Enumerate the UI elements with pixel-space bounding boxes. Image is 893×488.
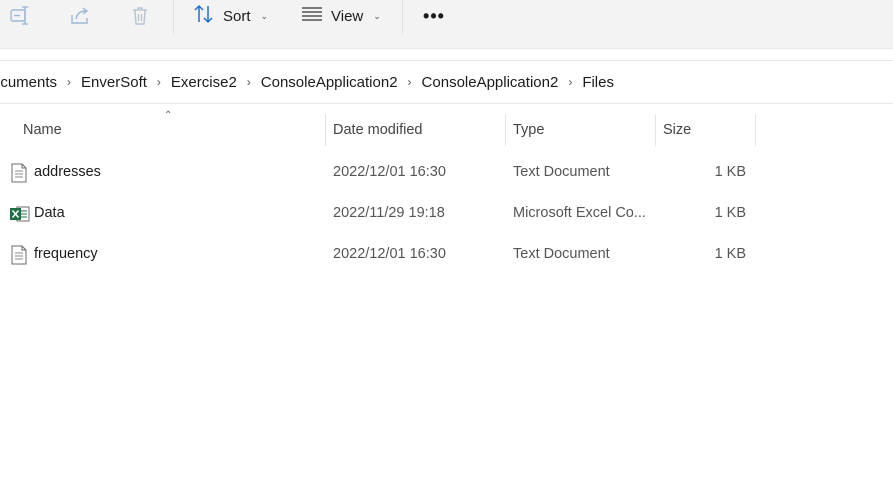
breadcrumb-item[interactable]: Exercise2 <box>171 74 237 91</box>
chevron-right-icon[interactable]: › <box>157 75 161 89</box>
file-row[interactable]: addresses 2022/12/01 16:30 Text Document… <box>0 153 893 191</box>
column-header-size[interactable]: Size <box>663 112 753 148</box>
sort-icon <box>193 4 215 28</box>
file-type: Microsoft Excel Co... <box>513 205 646 221</box>
file-date: 2022/12/01 16:30 <box>333 246 446 262</box>
file-name[interactable]: Data <box>34 194 65 232</box>
file-size: 1 KB <box>714 205 746 221</box>
address-bar[interactable]: ocuments › EnverSoft › Exercise2 › Conso… <box>0 60 893 104</box>
file-date: 2022/12/01 16:30 <box>333 164 446 180</box>
toolbar-divider <box>173 0 174 34</box>
column-header-date[interactable]: Date modified <box>333 112 503 148</box>
column-divider[interactable] <box>505 114 506 146</box>
chevron-down-icon: ⌄ <box>373 10 381 21</box>
file-size: 1 KB <box>714 164 746 180</box>
excel-icon <box>10 204 30 224</box>
view-icon <box>301 6 323 26</box>
rename-icon[interactable] <box>8 4 32 28</box>
chevron-right-icon[interactable]: › <box>408 75 412 89</box>
chevron-down-icon: ⌄ <box>260 10 269 21</box>
more-options-button[interactable]: ••• <box>422 4 446 28</box>
column-divider[interactable] <box>325 114 326 146</box>
text-document-icon <box>10 245 28 265</box>
command-bar: Sort ⌄ View ⌄ ••• <box>0 0 893 49</box>
file-size: 1 KB <box>714 246 746 262</box>
column-divider[interactable] <box>755 114 756 146</box>
delete-icon[interactable] <box>128 4 152 28</box>
more-icon: ••• <box>423 5 445 26</box>
share-icon[interactable] <box>68 4 92 28</box>
file-name[interactable]: frequency <box>34 235 98 273</box>
breadcrumb-item[interactable]: EnverSoft <box>81 74 147 91</box>
breadcrumb-item[interactable]: ocuments <box>0 74 57 91</box>
file-row[interactable]: Data 2022/11/29 19:18 Microsoft Excel Co… <box>0 194 893 232</box>
file-type: Text Document <box>513 246 610 262</box>
breadcrumb-item[interactable]: Files <box>582 74 614 91</box>
text-document-icon <box>10 163 28 183</box>
breadcrumb: ocuments › EnverSoft › Exercise2 › Conso… <box>0 61 614 103</box>
file-type: Text Document <box>513 164 610 180</box>
sort-button[interactable]: Sort ⌄ <box>193 4 268 28</box>
column-header-type[interactable]: Type <box>513 112 653 148</box>
sort-label: Sort <box>223 7 251 25</box>
view-label: View <box>331 7 364 25</box>
chevron-right-icon[interactable]: › <box>247 75 251 89</box>
toolbar-divider <box>402 0 403 34</box>
breadcrumb-item[interactable]: ConsoleApplication2 <box>422 74 559 91</box>
file-date: 2022/11/29 19:18 <box>333 205 445 221</box>
chevron-right-icon[interactable]: › <box>67 75 71 89</box>
view-button[interactable]: View ⌄ <box>301 4 381 28</box>
chevron-right-icon[interactable]: › <box>568 75 572 89</box>
breadcrumb-item[interactable]: ConsoleApplication2 <box>261 74 398 91</box>
file-name[interactable]: addresses <box>34 153 101 191</box>
column-header-name[interactable]: Name <box>23 112 323 148</box>
file-row[interactable]: frequency 2022/12/01 16:30 Text Document… <box>0 235 893 273</box>
column-divider[interactable] <box>655 114 656 146</box>
